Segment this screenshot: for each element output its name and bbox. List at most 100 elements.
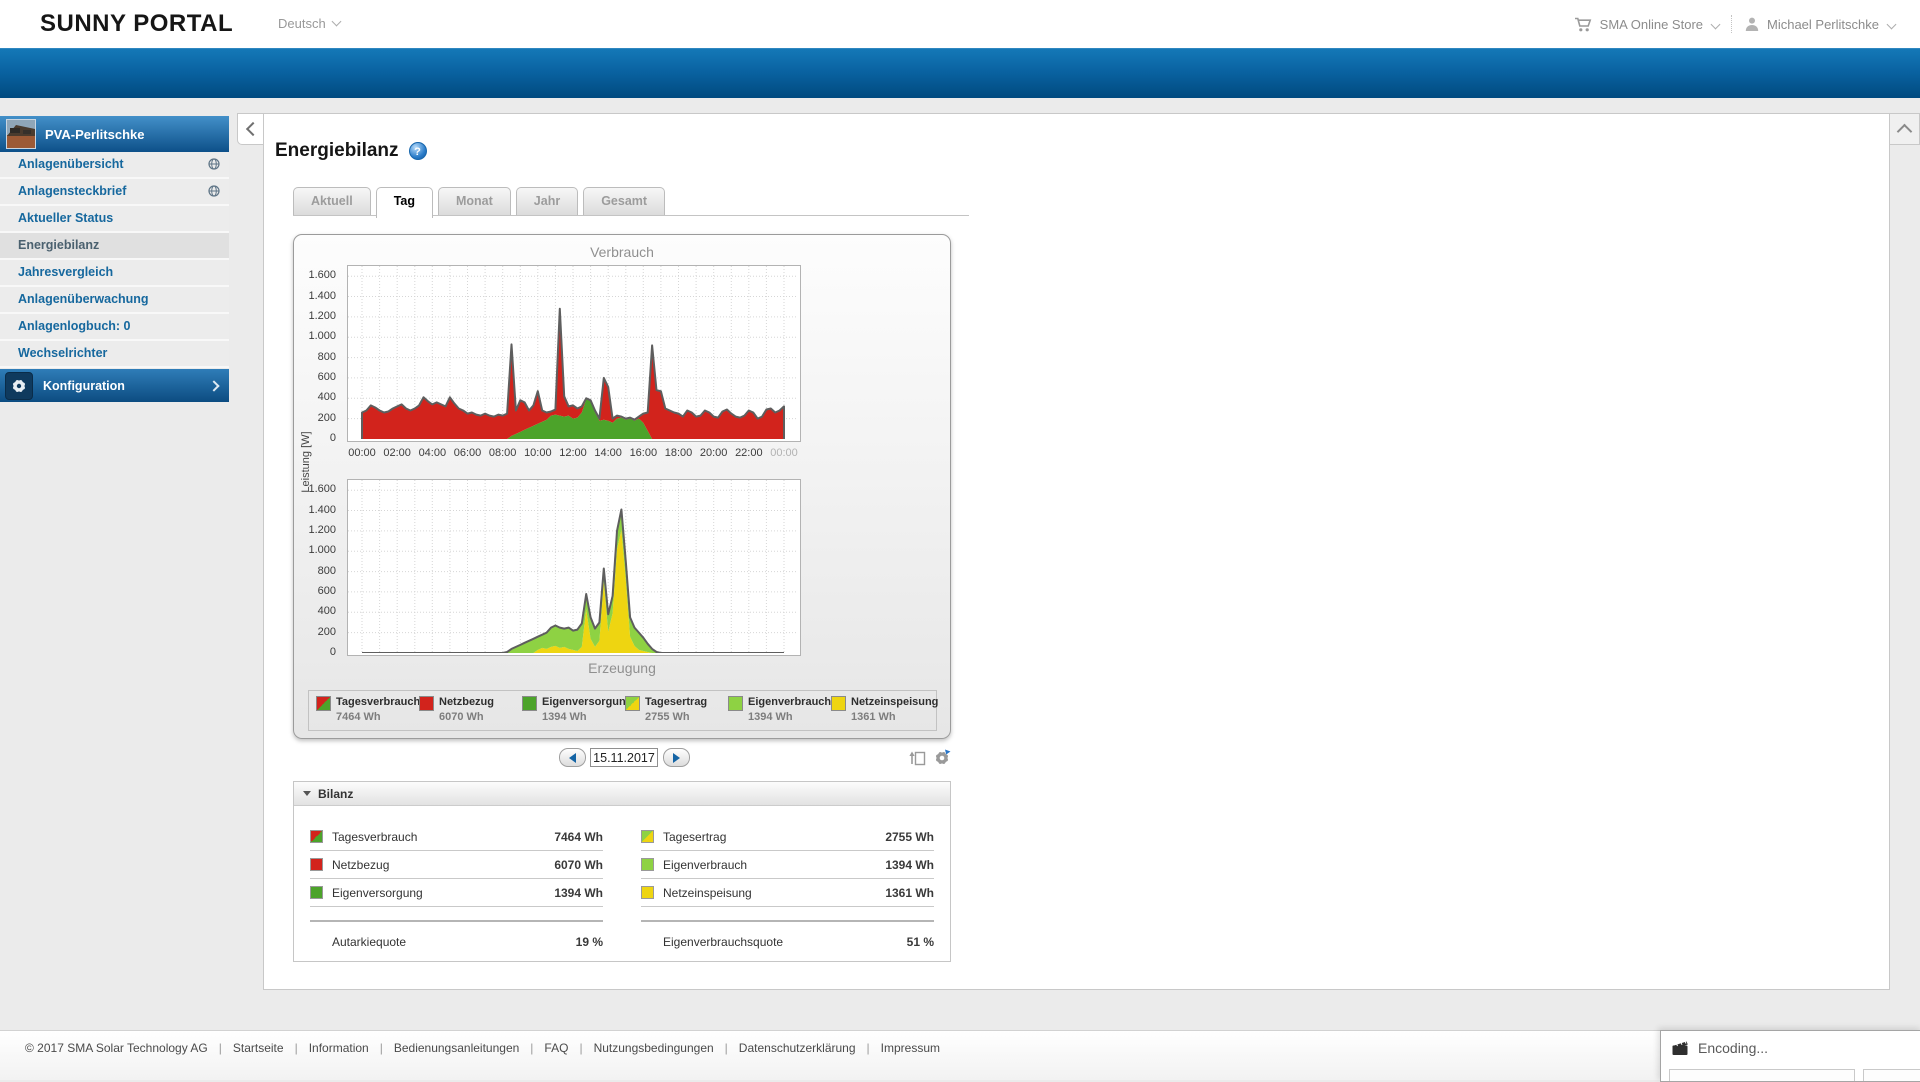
footer-link[interactable]: Datenschutzerklärung — [739, 1041, 856, 1055]
sidebar-item-wechselrichter[interactable]: Wechselrichter — [0, 341, 229, 368]
collapse-sidebar-button[interactable] — [237, 113, 264, 145]
sidebar: PVA-Perlitschke Anlagenübersicht Anlagen… — [0, 116, 229, 402]
footer-link[interactable]: Bedienungsanleitungen — [394, 1041, 519, 1055]
tab-gesamt[interactable]: Gesamt — [583, 187, 666, 215]
sidebar-item-anlagensteckbrief[interactable]: Anlagensteckbrief — [0, 179, 229, 206]
row-value: 51 % — [906, 935, 934, 949]
legend-label: Netzeinspeisung — [851, 696, 939, 708]
sidebar-item-label: Anlagensteckbrief — [18, 184, 127, 198]
legend-item: Tagesverbrauch 7464 Wh — [316, 695, 420, 730]
row-value: 7464 Wh — [554, 829, 603, 844]
bilanz-header[interactable]: Bilanz — [294, 782, 950, 806]
plant-header[interactable]: PVA-Perlitschke — [0, 116, 229, 152]
sidebar-item-label: Jahresvergleich — [18, 265, 114, 279]
table-row: Eigenversorgung 1394 Wh — [310, 879, 603, 907]
tab-aktuell[interactable]: Aktuell — [293, 187, 371, 215]
swatch-netzbezug — [310, 858, 323, 871]
footer-separator: | — [218, 1041, 222, 1055]
swatch-eigenversorgung — [310, 886, 323, 899]
footer-link[interactable]: Impressum — [881, 1041, 940, 1055]
chevron-down-icon — [1886, 19, 1897, 29]
globe-icon — [208, 158, 220, 170]
tab-monat[interactable]: Monat — [437, 187, 511, 215]
legend-swatch-eigenverbrauch — [728, 696, 743, 711]
sidebar-item-label: Wechselrichter — [18, 346, 108, 360]
sidebar-item-anlagenuebersicht[interactable]: Anlagenübersicht — [0, 152, 229, 179]
sidebar-item-label: Anlagenüberwachung — [18, 292, 149, 306]
scroll-top-button[interactable] — [1889, 113, 1920, 145]
sidebar-item-label: Anlagenlogbuch: 0 — [18, 319, 131, 333]
footer-separator: | — [579, 1041, 583, 1055]
legend-item: Eigenverbrauch 1394 Wh — [728, 695, 831, 730]
footer-link[interactable]: Nutzungsbedingungen — [594, 1041, 714, 1055]
row-label: Eigenverbrauchsquote — [663, 935, 784, 949]
row-value: 1394 Wh — [554, 885, 603, 900]
tab-tag[interactable]: Tag — [375, 187, 433, 218]
footer-separator: | — [294, 1041, 298, 1055]
chart-settings-gear-icon[interactable] — [933, 749, 951, 767]
export-icon[interactable] — [909, 750, 926, 767]
sidebar-item-konfiguration[interactable]: Konfiguration — [0, 369, 229, 402]
sidebar-item-anlagenlogbuch[interactable]: Anlagenlogbuch: 0 — [0, 314, 229, 341]
footer-link[interactable]: Startseite — [233, 1041, 284, 1055]
sidebar-item-aktueller-status[interactable]: Aktueller Status — [0, 206, 229, 233]
next-day-button[interactable] — [663, 748, 690, 767]
date-input[interactable] — [590, 748, 658, 767]
gear-icon — [5, 371, 33, 400]
sidebar-item-label: Aktueller Status — [18, 211, 114, 225]
bilanz-panel: Bilanz Tagesverbrauch 7464 Wh Netzbezug 60… — [293, 781, 951, 962]
row-label: Eigenversorgung — [332, 885, 423, 900]
footer: © 2017 SMA Solar Technology AG | Startsei… — [0, 1030, 1920, 1080]
footer-separator: | — [866, 1041, 870, 1055]
legend-swatch-netzbezug — [419, 696, 434, 711]
chart-title-verbrauch: Verbrauch — [590, 244, 654, 260]
table-row: Autarkiequote 19 % — [310, 935, 603, 949]
arrow-right-icon — [673, 752, 680, 763]
globe-icon — [208, 185, 220, 197]
sidebar-item-energiebilanz[interactable]: Energiebilanz — [0, 233, 229, 260]
tab-jahr[interactable]: Jahr — [515, 187, 579, 215]
brand-logo[interactable]: SUNNY PORTAL — [40, 0, 233, 48]
footer-link[interactable]: Information — [309, 1041, 369, 1055]
chevron-up-icon — [1896, 123, 1913, 140]
plant-name: PVA-Perlitschke — [45, 126, 145, 142]
language-dropdown[interactable]: Deutsch — [278, 0, 342, 48]
bilanz-right-column: Tagesertrag 2755 Wh Eigenverbrauch 1394 Wh… — [641, 823, 934, 949]
encoding-header: Encoding... — [1661, 1031, 1920, 1056]
top-bar: SUNNY PORTAL Deutsch SMA Online Store Mi… — [0, 0, 1920, 48]
legend-swatch-eigenversorgung — [522, 696, 537, 711]
sidebar-item-jahresvergleich[interactable]: Jahresvergleich — [0, 260, 229, 287]
legend-label: Tagesertrag — [645, 696, 708, 708]
legend-value: 1394 Wh — [542, 711, 587, 723]
legend-item: Eigenversorgung 1394 Wh — [522, 695, 632, 730]
row-label: Tagesverbrauch — [332, 829, 418, 844]
legend-swatch-netzeinspeisung — [831, 696, 846, 711]
store-menu[interactable]: SMA Online Store — [1600, 17, 1703, 32]
tab-bar: Aktuell Tag Monat Jahr Gesamt — [293, 187, 666, 218]
user-menu[interactable]: Michael Perlitschke — [1767, 17, 1879, 32]
footer-separator: | — [724, 1041, 728, 1055]
cart-icon — [1574, 16, 1593, 33]
chevron-down-icon — [331, 16, 342, 27]
encoding-button[interactable] — [1669, 1069, 1855, 1081]
arrow-left-icon — [569, 752, 576, 763]
legend-label: Eigenversorgung — [542, 696, 633, 708]
footer-link[interactable]: FAQ — [544, 1041, 568, 1055]
date-navigation — [293, 747, 951, 769]
erzeugung-plot[interactable] — [347, 479, 801, 656]
row-label: Eigenverbrauch — [663, 857, 748, 872]
row-label: Netzeinspeisung — [663, 885, 752, 900]
previous-day-button[interactable] — [559, 748, 586, 767]
swatch-tagesertrag — [641, 830, 654, 843]
verbrauch-plot[interactable] — [347, 265, 801, 442]
row-label: Netzbezug — [332, 857, 390, 872]
chart-title-erzeugung: Erzeugung — [588, 660, 656, 676]
divider — [641, 920, 934, 922]
row-label: Autarkiequote — [332, 935, 407, 949]
row-value: 6070 Wh — [554, 857, 603, 872]
row-value: 1361 Wh — [885, 885, 934, 900]
legend-item: Tagesertrag 2755 Wh — [625, 695, 728, 730]
help-icon[interactable]: ? — [408, 142, 427, 160]
sidebar-item-anlagenueberwachung[interactable]: Anlagenüberwachung — [0, 287, 229, 314]
encoding-button[interactable] — [1863, 1069, 1920, 1081]
